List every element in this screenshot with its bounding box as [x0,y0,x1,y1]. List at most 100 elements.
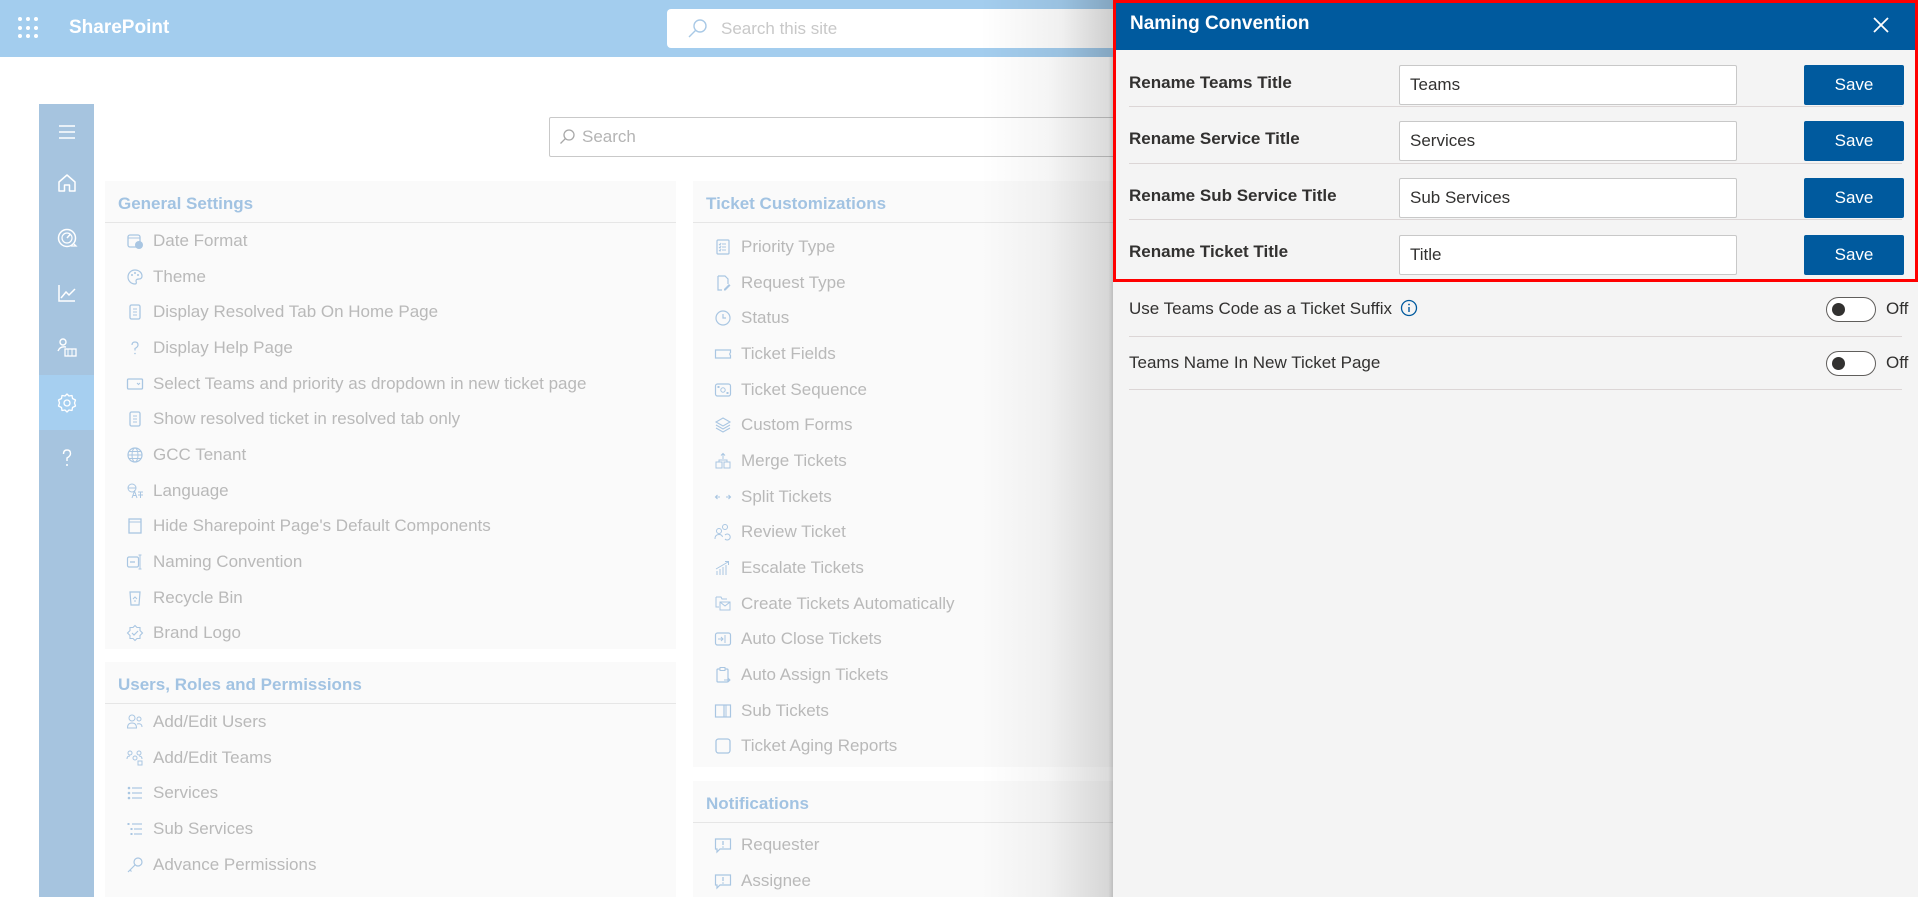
setting-item-label: Advance Permissions [153,854,317,874]
rename-teams-row: Rename Teams Title Save [1129,50,1904,107]
home-icon [57,173,76,192]
people-group-icon [56,337,77,357]
setting-item-display-help-page[interactable]: Display Help Page [105,330,676,366]
rename-service-row: Rename Service Title Save [1129,107,1904,164]
section-title: Users, Roles and Permissions [105,662,676,704]
teams-code-suffix-row: Use Teams Code as a Ticket Suffix Off [1129,282,1908,337]
teams-code-suffix-toggle[interactable] [1826,297,1876,322]
rail-item-people[interactable] [39,320,94,375]
info-icon[interactable] [1400,299,1418,317]
line-chart-icon [57,284,76,302]
setting-item-label: Ticket Fields [741,343,836,363]
setting-item-label: Request Type [741,272,846,292]
setting-item-label: Recycle Bin [153,587,243,607]
close-icon[interactable] [1869,13,1893,37]
rename-teams-input[interactable] [1399,65,1737,105]
panel-header: Naming Convention [1113,0,1918,50]
save-service-button[interactable]: Save [1804,121,1904,161]
setting-item-gcc-tenant[interactable]: GCC Tenant [105,437,676,473]
setting-item-label: Theme [153,266,206,286]
rail-item-help[interactable] [39,430,94,485]
setting-item-label: Custom Forms [741,415,853,435]
team-icon [125,748,145,768]
setting-item-add-edit-teams[interactable]: Add/Edit Teams [105,740,676,776]
setting-item-label: Add/Edit Users [153,711,267,731]
split-panel-icon [713,701,733,721]
setting-item-services[interactable]: Services [105,775,676,811]
save-ticket-button[interactable]: Save [1804,235,1904,275]
setting-item-brand-logo[interactable]: Brand Logo [105,616,676,652]
setting-item-label: Create Tickets Automatically [741,593,955,613]
rename-sub-service-label: Rename Sub Service Title [1129,186,1337,205]
setting-item-label: Ticket Sequence [741,379,867,399]
setting-item-label: Priority Type [741,236,836,256]
setting-item-hide-sharepoint-page-s-default-components[interactable]: Hide Sharepoint Page's Default Component… [105,509,676,545]
waffle-grid-icon[interactable] [18,17,40,39]
teams-name-new-ticket-row: Teams Name In New Ticket Page Off [1129,337,1908,390]
setting-item-label: Assignee [741,870,811,890]
setting-item-label: Auto Close Tickets [741,629,882,649]
setting-item-label: Select Teams and priority as dropdown in… [153,373,587,393]
setting-item-select-teams-and-priority-as-dropdown-in-new-ticket-page[interactable]: Select Teams and priority as dropdown in… [105,366,676,402]
translate-icon [125,481,145,501]
search-icon [688,19,707,38]
setting-item-naming-convention[interactable]: Naming Convention [105,544,676,580]
app-name[interactable]: SharePoint [69,17,169,39]
speedometer-icon [57,228,78,247]
dropdown-box-icon [125,374,145,394]
teams-name-new-ticket-toggle[interactable] [1826,351,1876,376]
rename-service-input[interactable] [1399,121,1737,161]
setting-item-label: Date Format [153,230,248,250]
left-nav-rail [39,104,94,897]
setting-item-label: Split Tickets [741,486,832,506]
setting-item-display-resolved-tab-on-home-page[interactable]: Display Resolved Tab On Home Page [105,294,676,330]
setting-item-sub-services[interactable]: Sub Services [105,811,676,847]
setting-item-label: Review Ticket [741,522,846,542]
setting-item-label: Add/Edit Teams [153,747,272,767]
globe-icon [125,445,145,465]
teams-code-suffix-text: Use Teams Code as a Ticket Suffix [1129,299,1392,318]
setting-item-label: Requester [741,834,820,854]
save-teams-button[interactable]: Save [1804,65,1904,105]
rail-item-reports[interactable] [39,265,94,320]
gear-icon [57,392,76,413]
save-sub-service-button[interactable]: Save [1804,178,1904,218]
rename-ticket-input[interactable] [1399,235,1737,275]
setting-item-add-edit-users[interactable]: Add/Edit Users [105,704,676,740]
comment-alert-icon [713,835,733,855]
settings-search-placeholder: Search [582,127,636,146]
rename-sub-service-row: Rename Sub Service Title Save [1129,164,1904,220]
rename-ticket-label: Rename Ticket Title [1129,242,1289,261]
panel-title: Naming Convention [1130,13,1310,34]
setting-item-label: GCC Tenant [153,444,247,464]
setting-item-label: Auto Assign Tickets [741,665,889,685]
window-icon [125,516,145,536]
rename-teams-label: Rename Teams Title [1129,73,1292,92]
badge-check-icon [125,623,145,643]
bullet-list-icon [125,783,145,803]
setting-item-recycle-bin[interactable]: Recycle Bin [105,580,676,616]
setting-item-theme[interactable]: Theme [105,259,676,295]
escalate-chart-icon [713,558,733,578]
hamburger-menu-icon [58,124,75,139]
rail-item-dashboard[interactable] [39,210,94,265]
rename-sub-service-input[interactable] [1399,178,1737,218]
rail-item-menu[interactable] [39,104,94,159]
rail-item-home[interactable] [39,155,94,210]
setting-item-language[interactable]: Language [105,473,676,509]
toggle-knob [1832,303,1845,316]
question-mark-icon [125,338,145,358]
general-settings-card: General Settings Date Format Theme Display… [105,181,676,649]
setting-item-label: Display Resolved Tab On Home Page [153,302,439,322]
setting-item-date-format[interactable]: Date Format [105,223,676,259]
setting-item-advance-permissions[interactable]: Advance Permissions [105,847,676,883]
setting-item-label: Brand Logo [153,623,241,643]
setting-item-label: Ticket Aging Reports [741,736,898,756]
naming-convention-panel: Naming Convention Rename Teams Title Sav… [1113,0,1918,897]
document-edit-icon [713,273,733,293]
question-mark-icon [62,448,71,466]
setting-item-show-resolved-ticket-in-resolved-tab-only[interactable]: Show resolved ticket in resolved tab onl… [105,401,676,437]
sub-list-icon [125,819,145,839]
rail-item-settings[interactable] [39,375,94,430]
calendar-clock-icon [125,231,145,251]
